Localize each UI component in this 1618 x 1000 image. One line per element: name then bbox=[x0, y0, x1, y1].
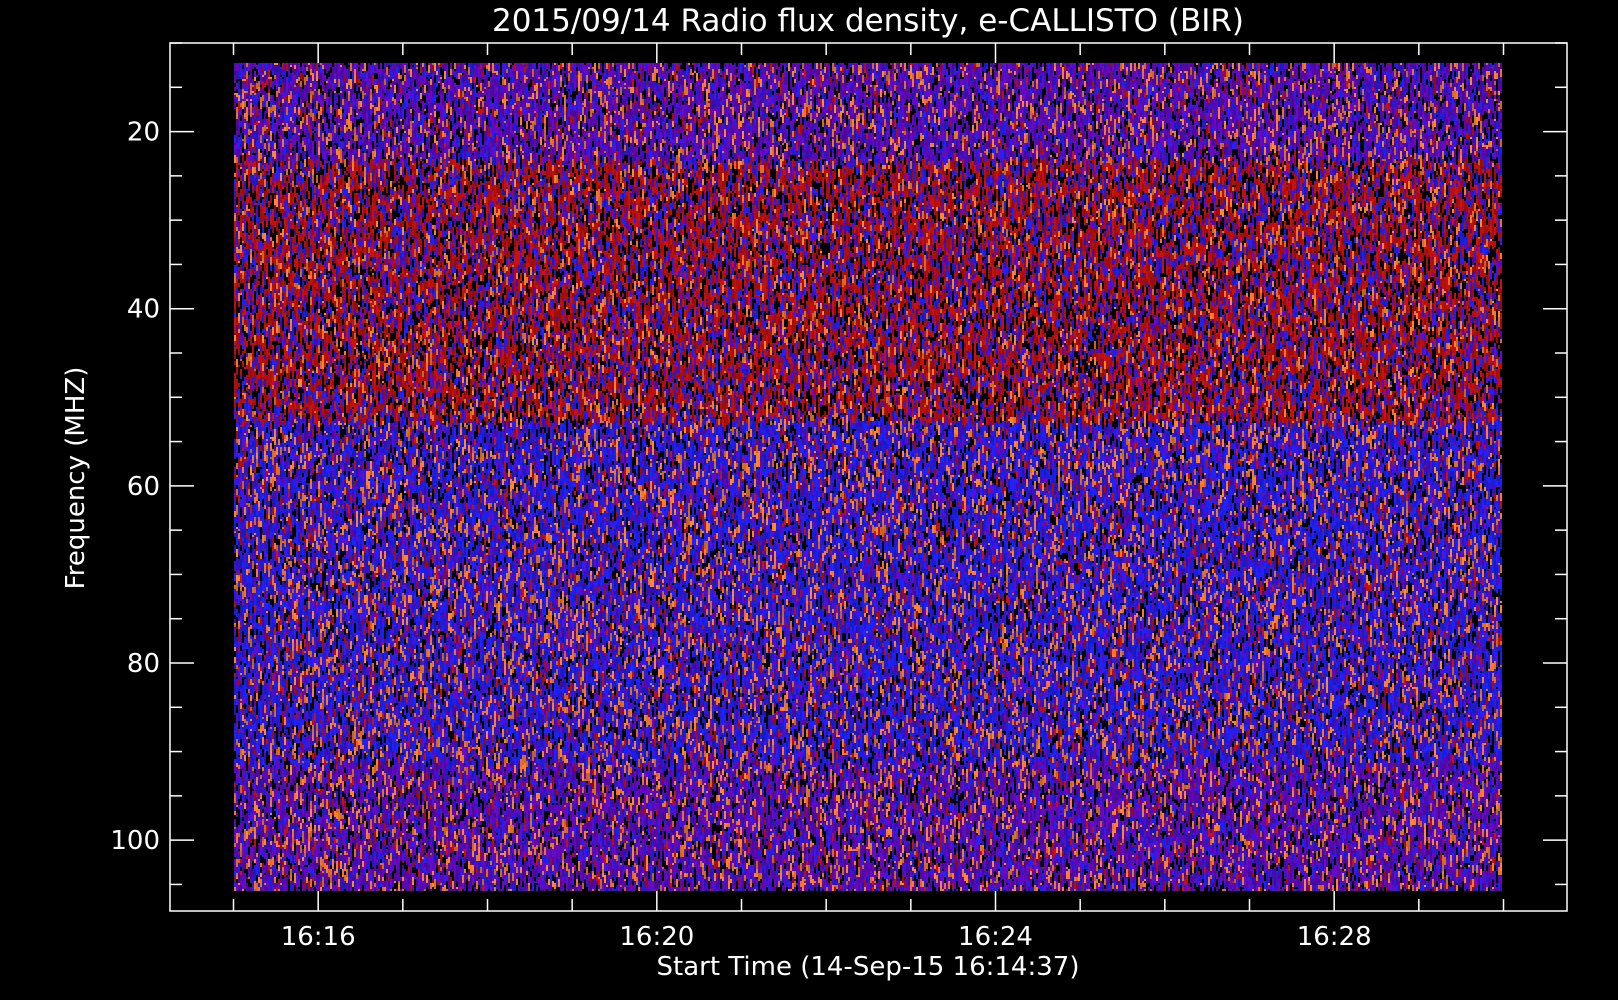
x-tick-label: 16:16 bbox=[281, 922, 356, 952]
y-tick-label: 40 bbox=[127, 295, 160, 325]
x-axis-label: Start Time (14-Sep-15 16:14:37) bbox=[657, 952, 1080, 982]
y-axis-label: Frequency (MHZ) bbox=[61, 367, 91, 590]
y-tick-label: 80 bbox=[127, 649, 160, 679]
y-tick-labels: 20 40 60 80 100 bbox=[110, 118, 160, 857]
x-tick-label: 16:24 bbox=[958, 922, 1033, 952]
x-tick-label: 16:28 bbox=[1297, 922, 1372, 952]
y-tick-label: 60 bbox=[127, 472, 160, 502]
x-tick-label: 16:20 bbox=[619, 922, 694, 952]
x-tick-labels: 16:16 16:20 16:24 16:28 bbox=[281, 922, 1372, 952]
spectrogram-heatmap bbox=[234, 63, 1502, 891]
y-tick-label: 100 bbox=[110, 826, 160, 856]
y-tick-label: 20 bbox=[127, 118, 160, 148]
chart-title: 2015/09/14 Radio flux density, e-CALLIST… bbox=[492, 3, 1244, 39]
